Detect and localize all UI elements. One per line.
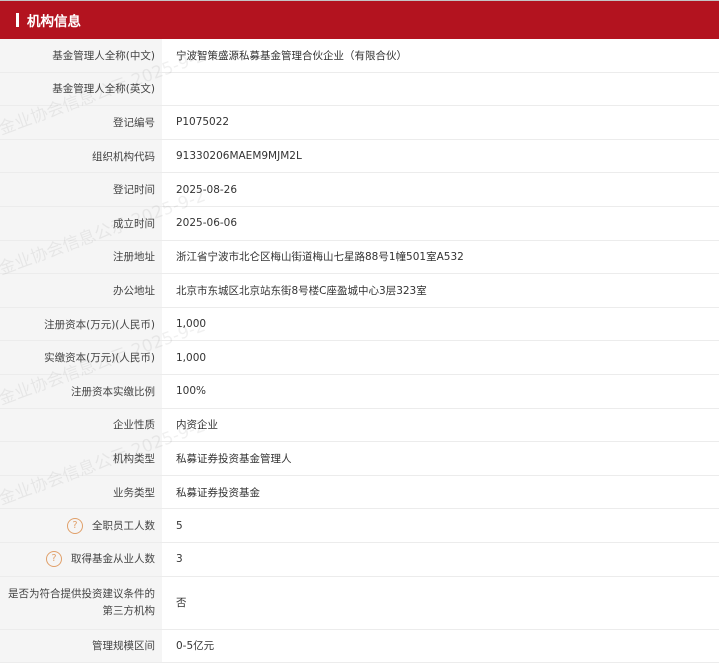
row-label: 实缴资本(万元)(人民币) [0, 340, 162, 375]
row-label: 登记编号 [0, 105, 162, 140]
table-row: 是否为符合提供投资建议条件的第三方机构 否 [0, 576, 719, 630]
row-value [162, 72, 719, 107]
table-row: 办公地址 北京市东城区北京站东街8号楼C座盈城中心3层323室 [0, 273, 719, 308]
row-label: 企业性质 [0, 408, 162, 443]
table-row: 组织机构代码 91330206MAEM9MJM2L [0, 139, 719, 174]
row-label: 业务类型 [0, 475, 162, 510]
table-row: 登记编号 P1075022 [0, 105, 719, 140]
row-label: 办公地址 [0, 273, 162, 308]
row-label: 管理规模区间 [0, 629, 162, 663]
row-value: 私募证券投资基金管理人 [162, 441, 719, 476]
row-label: 机构类型 [0, 441, 162, 476]
row-value: 北京市东城区北京站东街8号楼C座盈城中心3层323室 [162, 273, 719, 308]
row-label: 登记时间 [0, 172, 162, 207]
row-value: P1075022 [162, 105, 719, 140]
row-value: 1,000 [162, 340, 719, 375]
row-value: 2025-08-26 [162, 172, 719, 207]
institution-info-table: 基金管理人全称(中文) 宁波智策盛源私募基金管理合伙企业（有限合伙） 基金管理人… [0, 39, 719, 663]
section-title: 机构信息 [27, 14, 81, 30]
row-label: 基金管理人全称(英文) [0, 72, 162, 107]
row-value: 否 [162, 576, 719, 630]
row-label: 是否为符合提供投资建议条件的第三方机构 [0, 576, 162, 630]
row-value: 0-5亿元 [162, 629, 719, 663]
header-accent-bar [16, 13, 19, 27]
row-label: 全职员工人数 [92, 519, 155, 532]
table-row: 登记时间 2025-08-26 [0, 172, 719, 207]
row-value: 1,000 [162, 307, 719, 342]
row-label: 注册地址 [0, 240, 162, 275]
table-row: 基金管理人全称(中文) 宁波智策盛源私募基金管理合伙企业（有限合伙） [0, 39, 719, 73]
row-label-cell: ? 全职员工人数 [0, 508, 162, 543]
row-value: 浙江省宁波市北仑区梅山街道梅山七星路88号1幢501室A532 [162, 240, 719, 275]
row-label-cell: ? 取得基金从业人数 [0, 542, 162, 577]
help-icon[interactable]: ? [46, 551, 62, 568]
row-label: 基金管理人全称(中文) [0, 39, 162, 73]
table-row: 注册地址 浙江省宁波市北仑区梅山街道梅山七星路88号1幢501室A532 [0, 240, 719, 275]
table-row: 注册资本(万元)(人民币) 1,000 [0, 307, 719, 342]
row-label: 取得基金从业人数 [71, 553, 155, 566]
row-value: 5 [162, 508, 719, 543]
row-value: 私募证券投资基金 [162, 475, 719, 510]
row-value: 内资企业 [162, 408, 719, 443]
table-row: 管理规模区间 0-5亿元 [0, 629, 719, 663]
row-value: 3 [162, 542, 719, 577]
section-header: 机构信息 [0, 0, 719, 39]
table-row: 注册资本实缴比例 100% [0, 374, 719, 409]
table-row: 业务类型 私募证券投资基金 [0, 475, 719, 510]
row-value: 2025-06-06 [162, 206, 719, 241]
row-value: 91330206MAEM9MJM2L [162, 139, 719, 174]
row-label: 组织机构代码 [0, 139, 162, 174]
row-value: 100% [162, 374, 719, 409]
table-row: 成立时间 2025-06-06 [0, 206, 719, 241]
table-row: 实缴资本(万元)(人民币) 1,000 [0, 340, 719, 375]
row-label: 成立时间 [0, 206, 162, 241]
row-label: 注册资本实缴比例 [0, 374, 162, 409]
table-row: 企业性质 内资企业 [0, 408, 719, 443]
table-row: 机构类型 私募证券投资基金管理人 [0, 441, 719, 476]
table-row: 基金管理人全称(英文) [0, 72, 719, 107]
row-label: 注册资本(万元)(人民币) [0, 307, 162, 342]
help-icon[interactable]: ? [67, 517, 83, 534]
row-value: 宁波智策盛源私募基金管理合伙企业（有限合伙） [162, 39, 719, 73]
table-row: ? 取得基金从业人数 3 [0, 542, 719, 577]
table-row: ? 全职员工人数 5 [0, 508, 719, 543]
